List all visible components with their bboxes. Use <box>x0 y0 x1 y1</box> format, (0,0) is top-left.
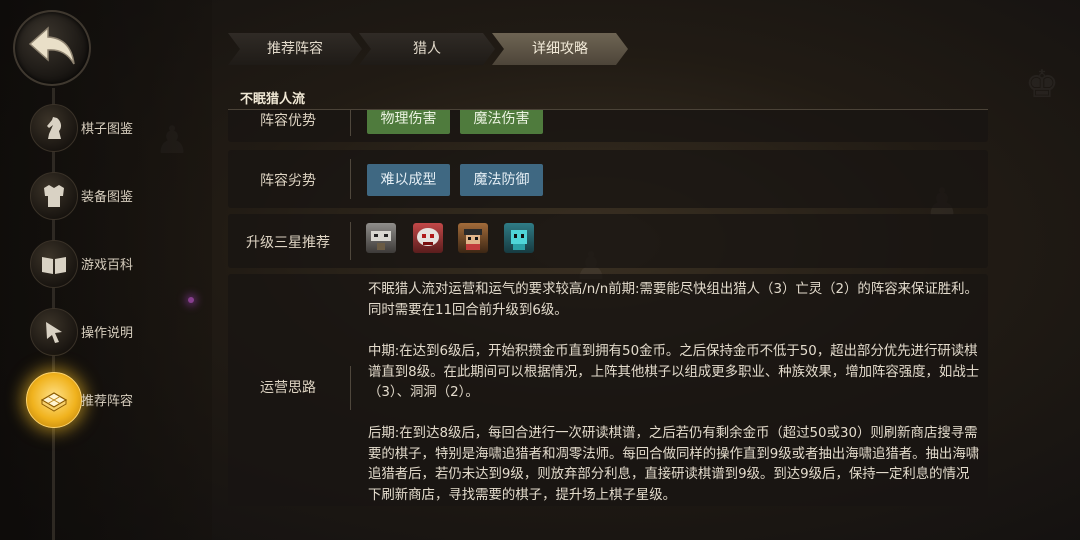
sidebar-item-equipment[interactable]: 装备图鉴 <box>26 170 196 226</box>
strategy-label: 运营思路 <box>260 380 316 396</box>
sidebar-item-label: 推荐阵容 <box>81 394 134 409</box>
page-title: 不眠猎人流 <box>240 92 306 107</box>
hero-portrait-1-icon[interactable] <box>366 223 396 253</box>
tab-detailed-guide[interactable]: 详细攻略 <box>492 33 628 65</box>
upgrade-label: 升级三星推荐 <box>246 235 330 251</box>
sidebar-item-label: 游戏百科 <box>81 258 134 273</box>
sidebar-item-encyclopedia[interactable]: 游戏百科 <box>26 238 196 294</box>
book-icon <box>42 257 66 274</box>
divider <box>350 159 351 199</box>
tab-label: 推荐阵容 <box>267 41 323 57</box>
divider <box>350 222 351 260</box>
background-king-icon: ♚ <box>1025 62 1060 106</box>
hero-portrait-2-icon[interactable] <box>413 223 443 253</box>
hero-portrait-4-icon[interactable] <box>504 223 534 253</box>
advantage-tag: 物理伤害 <box>367 110 450 134</box>
back-button[interactable] <box>13 10 91 86</box>
advantage-label: 阵容优势 <box>260 113 316 129</box>
disadvantage-tag: 难以成型 <box>367 164 450 196</box>
strategy-paragraph-early: 不眠猎人流对运营和运气的要求较高/n/n前期:需要能尽快组出猎人（3）亡灵（2）… <box>368 282 978 318</box>
tab-label: 猎人 <box>413 41 441 57</box>
armor-icon <box>44 185 64 207</box>
divider <box>350 366 351 410</box>
strategy-paragraph-mid: 中期:在达到6级后，开始积攒金币直到拥有50金币。之后保持金币不低于50，超出部… <box>368 344 980 400</box>
guide-content[interactable]: 阵容优势 物理伤害 魔法伤害 阵容劣势 难以成型 魔法防御 升级三星推荐 运营思… <box>228 110 988 510</box>
back-arrow-icon <box>28 26 75 65</box>
sidebar: 棋子图鉴 装备图鉴 游戏百科 操作说明 推荐阵容 <box>0 0 212 540</box>
sidebar-item-label: 棋子图鉴 <box>81 122 134 137</box>
disadvantage-tag: 魔法防御 <box>460 164 543 196</box>
sidebar-item-instructions[interactable]: 操作说明 <box>26 306 196 362</box>
knight-icon <box>47 117 62 139</box>
upgrade-row: 升级三星推荐 <box>228 214 988 268</box>
disadvantage-label: 阵容劣势 <box>260 173 316 189</box>
strategy-paragraph-late: 后期:在到达8级后，每回合进行一次研读棋谱，之后若仍有剩余金币（超过50或30）… <box>368 426 980 503</box>
tab-recommended-lineup[interactable]: 推荐阵容 <box>228 33 362 65</box>
advantage-tag: 魔法伤害 <box>460 110 543 134</box>
disadvantage-row: 阵容劣势 难以成型 魔法防御 <box>228 150 988 208</box>
tab-label: 详细攻略 <box>532 41 588 57</box>
sidebar-item-chess-pieces[interactable]: 棋子图鉴 <box>26 102 196 158</box>
sidebar-item-recommended-lineup[interactable]: 推荐阵容 <box>26 372 196 430</box>
board-icon <box>40 392 68 412</box>
hero-portrait-3-icon[interactable] <box>458 223 488 253</box>
sidebar-item-label: 装备图鉴 <box>81 190 134 205</box>
sidebar-item-label: 操作说明 <box>81 326 134 341</box>
advantage-row: 阵容优势 物理伤害 魔法伤害 <box>228 110 988 142</box>
divider <box>350 110 351 136</box>
strategy-row: 运营思路 不眠猎人流对运营和运气的要求较高/n/n前期:需要能尽快组出猎人（3）… <box>228 274 988 506</box>
tab-hunter[interactable]: 猎人 <box>359 33 495 65</box>
pointer-hand-icon <box>46 322 62 343</box>
